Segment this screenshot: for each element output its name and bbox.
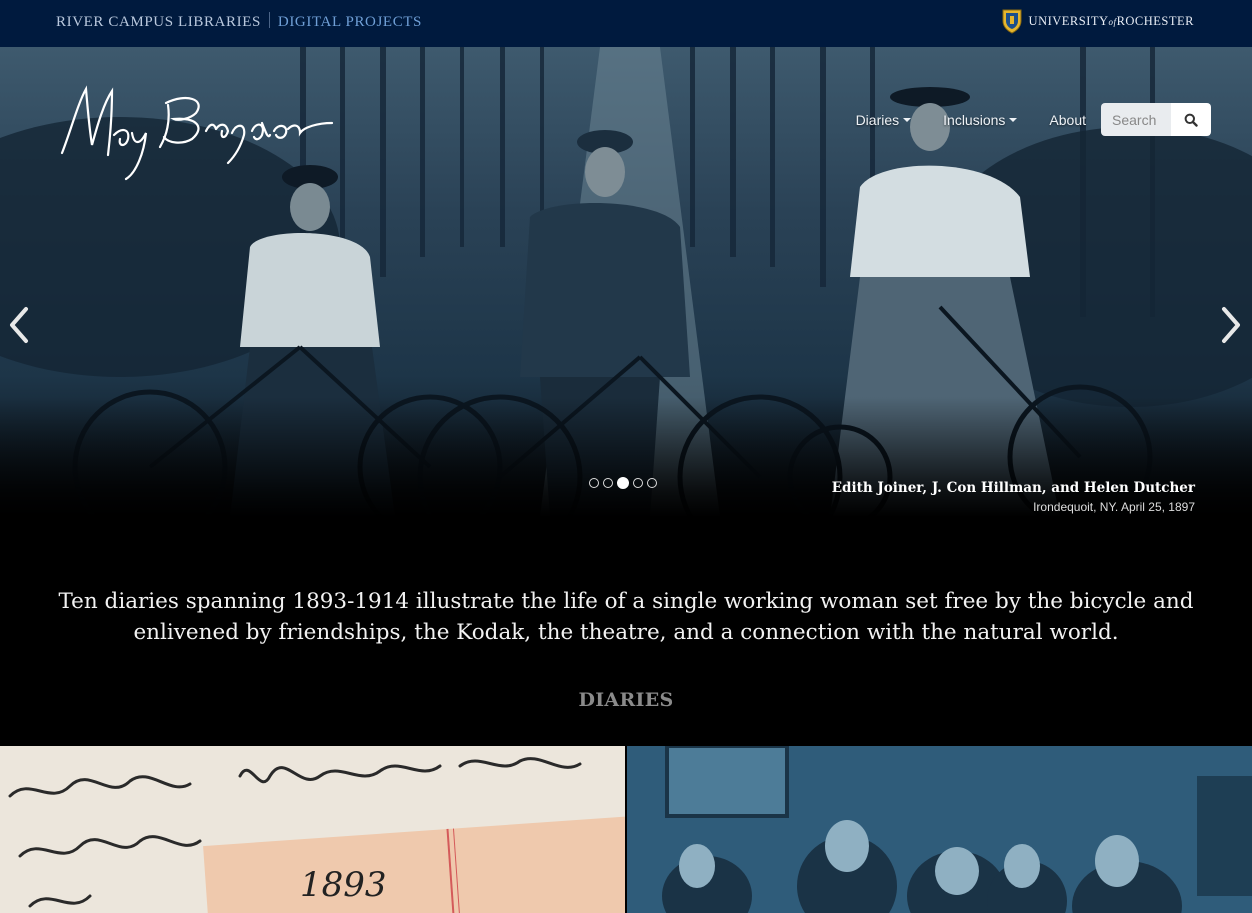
main-navigation: Diaries Inclusions About — [856, 103, 1211, 136]
caret-down-icon — [1009, 117, 1018, 122]
nav-about-label: About — [1049, 111, 1086, 128]
carousel-dot-5[interactable] — [647, 478, 657, 488]
nav-inclusions-label: Inclusions — [943, 111, 1006, 128]
university-bar: RIVER CAMPUS LIBRARIES DIGITAL PROJECTS U… — [0, 0, 1252, 47]
group-photo-image — [627, 746, 1252, 913]
nav-about-link[interactable]: About — [1049, 112, 1086, 128]
university-of-rochester-link[interactable]: UNIVERSITYofROCHESTER — [1001, 8, 1194, 34]
university-shield-icon — [1002, 9, 1022, 34]
search-form — [1101, 103, 1211, 136]
carousel-prev-arrow-icon[interactable] — [6, 305, 32, 345]
diary-tile-group-photo[interactable] — [627, 746, 1252, 913]
carousel-caption: Edith Joiner, J. Con Hillman, and Helen … — [832, 480, 1195, 514]
nav-diaries-label: Diaries — [855, 111, 900, 128]
carousel-dot-1[interactable] — [589, 478, 599, 488]
may-bragdon-logo[interactable] — [56, 83, 336, 183]
carousel-next-arrow-icon[interactable] — [1218, 305, 1244, 345]
diary-1893-image: 1893 — [0, 746, 625, 913]
carousel-dot-4[interactable] — [633, 478, 643, 488]
diary-year-label: 1893 — [300, 865, 387, 905]
library-links: RIVER CAMPUS LIBRARIES DIGITAL PROJECTS — [56, 12, 422, 31]
caption-subtitle: Irondequoit, NY. April 25, 1897 — [1033, 500, 1195, 514]
search-button[interactable] — [1171, 103, 1211, 136]
search-input[interactable] — [1101, 103, 1171, 136]
university-name: UNIVERSITYofROCHESTER — [1028, 13, 1194, 28]
caption-title: Edith Joiner, J. Con Hillman, and Helen … — [831, 480, 1195, 496]
river-campus-libraries-link[interactable]: RIVER CAMPUS LIBRARIES — [56, 14, 261, 30]
link-divider — [268, 12, 270, 28]
hero-carousel: Diaries Inclusions About Edith Joiner, J… — [0, 47, 1252, 517]
carousel-indicators — [589, 477, 657, 489]
diaries-section-title: DIARIES — [578, 689, 674, 711]
carousel-dot-3[interactable] — [617, 477, 629, 489]
digital-projects-link[interactable]: DIGITAL PROJECTS — [278, 14, 422, 30]
caret-down-icon — [903, 117, 912, 122]
diary-tile-1893[interactable]: 1893 — [0, 746, 625, 913]
intro-text: Ten diaries spanning 1893-1914 illustrat… — [58, 589, 1194, 645]
carousel-dot-2[interactable] — [603, 478, 613, 488]
diary-tiles: 1893 — [0, 746, 1252, 913]
nav-diaries-dropdown[interactable]: Diaries — [856, 112, 912, 128]
search-icon — [1184, 113, 1198, 127]
nav-inclusions-dropdown[interactable]: Inclusions — [943, 111, 1018, 128]
